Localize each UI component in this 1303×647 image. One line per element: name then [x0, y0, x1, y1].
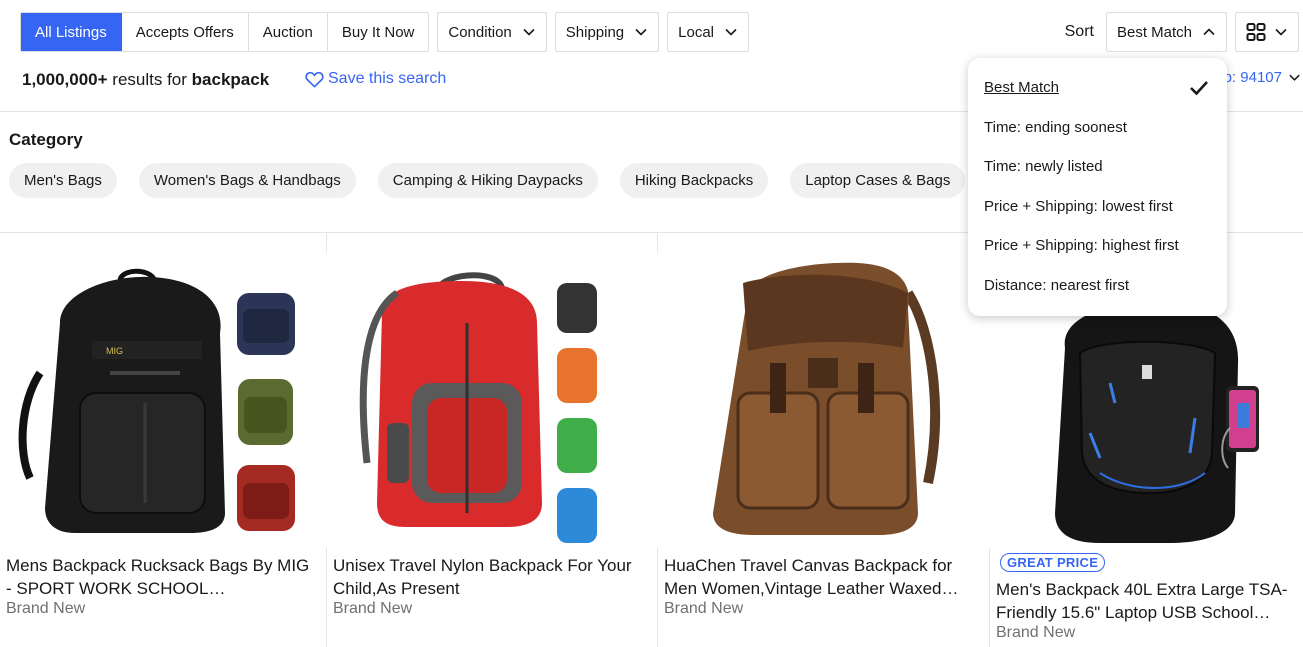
heart-icon [305, 71, 324, 88]
chevron-down-icon [725, 28, 737, 36]
product-title[interactable]: Mens Backpack Rucksack Bags By MIG - SPO… [6, 554, 318, 600]
product-title[interactable]: Men's Backpack 40L Extra Large TSA-Frien… [996, 578, 1295, 624]
tab-auction[interactable]: Auction [249, 13, 328, 51]
sort-option-label: Price + Shipping: highest first [984, 237, 1179, 255]
listing-type-tabs: All Listings Accepts Offers Auction Buy … [20, 12, 430, 52]
product-card[interactable]: MIG Mens Backpack Rucksack Bags By MIG -… [0, 233, 327, 647]
tab-all-listings[interactable]: All Listings [21, 13, 122, 51]
product-condition: Brand New [664, 600, 744, 617]
svg-text:MIG: MIG [106, 346, 123, 356]
product-condition: Brand New [996, 624, 1076, 641]
zip-code: 94107 [1240, 69, 1282, 86]
product-condition: Brand New [6, 600, 86, 617]
shipping-dropdown-label: Shipping [565, 23, 625, 41]
sort-option-price-highest[interactable]: Price + Shipping: highest first [968, 226, 1227, 266]
product-condition: Brand New [333, 600, 413, 617]
chevron-down-icon [1275, 28, 1287, 36]
sort-current-value: Best Match [1116, 23, 1192, 41]
local-dropdown-label: Local [678, 23, 715, 41]
product-card[interactable]: Unisex Travel Nylon Backpack For Your Ch… [327, 233, 658, 647]
chevron-down-icon [635, 28, 647, 36]
save-search-link[interactable]: Save this search [305, 70, 446, 88]
sort-option-label: Best Match [984, 79, 1060, 97]
product-card[interactable]: HuaChen Travel Canvas Backpack for Men W… [658, 233, 990, 647]
chip-womens-bags-handbags[interactable]: Women's Bags & Handbags [138, 163, 356, 198]
sort-option-label: Price + Shipping: lowest first [984, 197, 1173, 215]
product-image[interactable] [327, 253, 658, 548]
product-image[interactable]: MIG [0, 253, 327, 548]
chevron-down-icon [523, 28, 535, 36]
local-dropdown[interactable]: Local [667, 12, 750, 52]
ship-to-zip[interactable]: p: 94107 [1224, 69, 1301, 86]
chip-hiking-backpacks[interactable]: Hiking Backpacks [619, 163, 769, 198]
great-price-badge: GREAT PRICE [1000, 553, 1106, 572]
results-count: 1,000,000+ [22, 70, 108, 89]
chevron-up-icon [1203, 28, 1215, 36]
sort-option-label: Time: newly listed [984, 158, 1103, 176]
sort-option-ending-soonest[interactable]: Time: ending soonest [968, 108, 1227, 148]
chip-laptop-cases-bags[interactable]: Laptop Cases & Bags [790, 163, 966, 198]
sort-option-label: Distance: nearest first [984, 276, 1130, 294]
filter-bar: All Listings Accepts Offers Auction Buy … [20, 12, 750, 52]
tab-accepts-offers[interactable]: Accepts Offers [122, 13, 249, 51]
checkmark-icon [1190, 81, 1208, 96]
chip-mens-bags[interactable]: Men's Bags [9, 163, 117, 198]
chip-camping-hiking-daypacks[interactable]: Camping & Hiking Daypacks [377, 163, 598, 198]
sort-option-distance-nearest[interactable]: Distance: nearest first [968, 266, 1227, 306]
product-title[interactable]: HuaChen Travel Canvas Backpack for Men W… [664, 554, 981, 600]
view-toggle-button[interactable] [1235, 12, 1299, 52]
sort-option-label: Time: ending soonest [984, 118, 1127, 136]
product-image[interactable] [658, 253, 990, 548]
chevron-down-icon [1289, 74, 1300, 81]
sort-option-best-match[interactable]: Best Match [968, 68, 1227, 108]
results-summary: 1,000,000+ results for backpack [22, 70, 269, 90]
search-query: backpack [191, 70, 270, 89]
results-text: results for [107, 70, 192, 89]
tab-buy-it-now[interactable]: Buy It Now [328, 13, 429, 51]
sort-controls: Sort Best Match [1065, 12, 1299, 52]
category-title: Category [9, 130, 83, 149]
category-chips: Men's Bags Women's Bags & Handbags Campi… [9, 163, 987, 198]
condition-dropdown[interactable]: Condition [437, 12, 547, 52]
condition-dropdown-label: Condition [448, 23, 512, 41]
sort-option-price-lowest[interactable]: Price + Shipping: lowest first [968, 187, 1227, 227]
sort-option-newly-listed[interactable]: Time: newly listed [968, 147, 1227, 187]
sort-label: Sort [1064, 23, 1094, 40]
sort-menu: Best Match Time: ending soonest Time: ne… [968, 58, 1227, 316]
product-title[interactable]: Unisex Travel Nylon Backpack For Your Ch… [333, 554, 649, 600]
grid-view-icon [1246, 23, 1266, 41]
sort-dropdown-button[interactable]: Best Match [1105, 12, 1227, 52]
shipping-dropdown[interactable]: Shipping [554, 12, 660, 52]
save-search-label: Save this search [328, 70, 447, 87]
